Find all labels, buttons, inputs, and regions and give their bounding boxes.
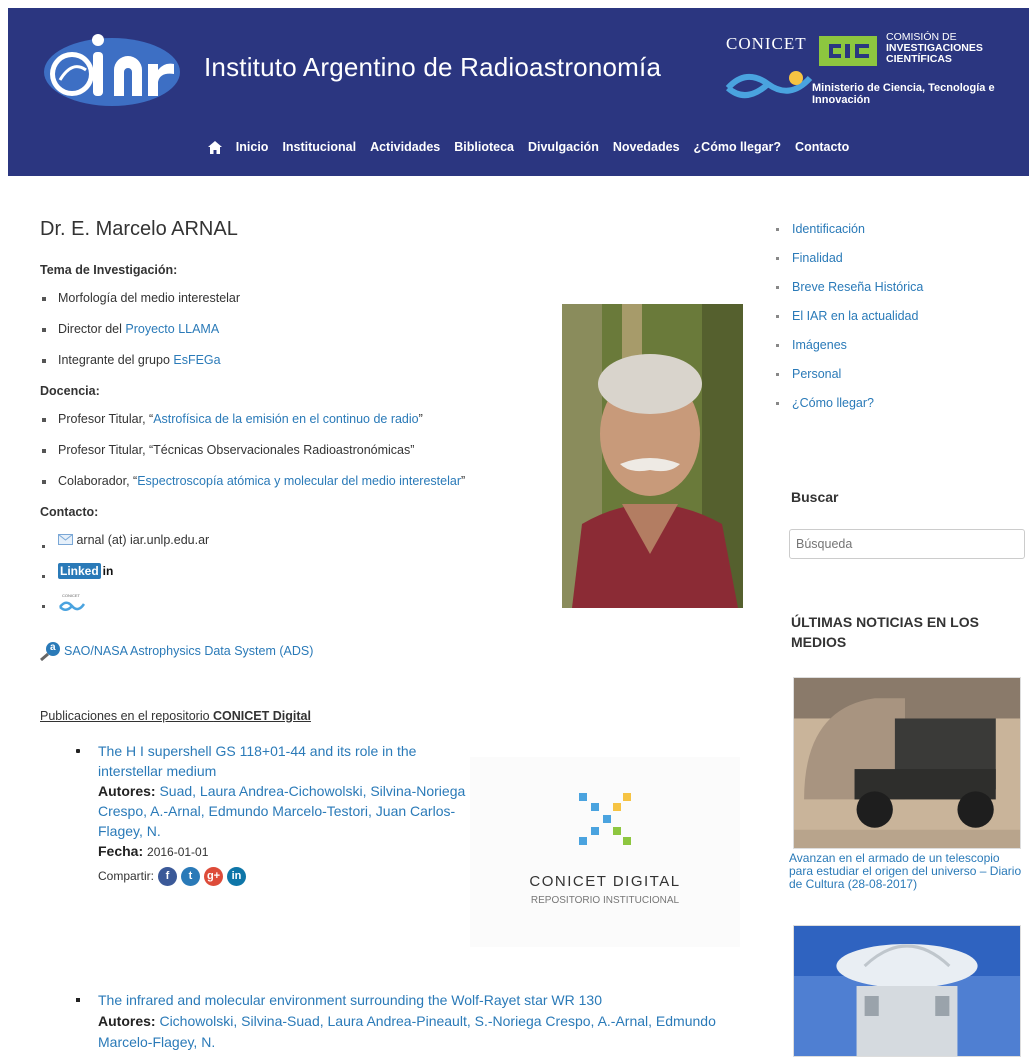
ads-badge: a xyxy=(50,642,56,653)
page-title: Dr. E. Marcelo ARNAL xyxy=(40,218,238,240)
pubs-heading-prefix: Publicaciones en el repositorio xyxy=(40,709,214,723)
news-heading: ÚLTIMAS NOTICIAS EN LOS MEDIOS xyxy=(791,614,979,650)
pubs-heading: Publicaciones en el repositorio CONICET … xyxy=(40,709,740,723)
proyecto-llama-link[interactable]: Proyecto LLAMA xyxy=(125,322,219,336)
nav-contacto[interactable]: Contacto xyxy=(795,140,849,154)
sidebar-link-resena[interactable]: Breve Reseña Histórica xyxy=(792,280,923,294)
nav-biblioteca[interactable]: Biblioteca xyxy=(454,140,514,154)
mail-icon xyxy=(58,534,73,545)
ads-link[interactable]: SAO/NASA Astrophysics Data System (ADS) xyxy=(64,644,313,658)
sidebar: Identificación Finalidad Breve Reseña Hi… xyxy=(776,222,1028,425)
repo-name: CONICET DIGITAL xyxy=(529,873,681,890)
sidebar-item: ¿Cómo llegar? xyxy=(776,396,1028,410)
email-text[interactable]: arnal (at) iar.unlp.edu.ar xyxy=(76,533,209,547)
news-image-telescope[interactable] xyxy=(793,925,1021,1057)
sidebar-link-imagenes[interactable]: Imágenes xyxy=(792,338,847,352)
home-icon[interactable] xyxy=(207,140,222,154)
nav-divulgacion[interactable]: Divulgación xyxy=(528,140,599,154)
conicet-wave-icon xyxy=(725,71,813,98)
cic-line2: INVESTIGACIONES CIENTÍFICAS xyxy=(886,42,983,65)
pub-title-link[interactable]: The H I supershell GS 118+01-44 and its … xyxy=(98,743,416,779)
conicet-digital-logo[interactable]: CONICET DIGITAL REPOSITORIO INSTITUCIONA… xyxy=(470,757,740,947)
news-caption-link[interactable]: Avanzan en el armado de un telescopio pa… xyxy=(789,852,1025,891)
esfega-link[interactable]: EsFEGa xyxy=(173,353,220,367)
compartir-label: Compartir: xyxy=(98,869,155,883)
item-suffix: ” xyxy=(460,474,466,488)
item-text: Integrante del grupo xyxy=(58,353,174,367)
pubs-heading-bold: CONICET Digital xyxy=(213,709,311,723)
buscar-heading: Buscar xyxy=(791,489,839,505)
sidebar-link-identificacion[interactable]: Identificación xyxy=(792,222,865,236)
search-input[interactable] xyxy=(789,529,1025,559)
iar-logo[interactable] xyxy=(42,30,182,110)
course-link[interactable]: Espectroscopía atómica y molecular del m… xyxy=(137,474,461,488)
conicet-logo-text: CONICET xyxy=(726,34,807,53)
item-text: Colaborador, “ xyxy=(58,474,138,488)
google-plus-icon[interactable]: g+ xyxy=(204,866,224,886)
linkedin-icon[interactable]: Linked in xyxy=(58,563,113,579)
conicet-small-icon[interactable]: CONICET xyxy=(58,593,86,613)
item-suffix: ” xyxy=(418,412,423,426)
sidebar-links: Identificación Finalidad Breve Reseña Hi… xyxy=(776,222,1028,410)
nav-como-llegar[interactable]: ¿Cómo llegar? xyxy=(694,140,782,154)
sidebar-item: Personal xyxy=(776,367,1028,381)
cic-name: COMISIÓN DE INVESTIGACIONES CIENTÍFICAS xyxy=(886,32,1026,65)
fecha-label: Fecha: xyxy=(98,843,144,859)
sidebar-item: Breve Reseña Histórica xyxy=(776,280,1028,294)
nav-novedades[interactable]: Novedades xyxy=(613,140,680,154)
item-text: Profesor Titular, “ xyxy=(58,412,154,426)
site-title[interactable]: Instituto Argentino de Radioastronomía xyxy=(204,52,661,83)
item-text: Director del xyxy=(58,322,126,336)
share-row: Compartir: f t g+ in xyxy=(98,866,468,886)
repo-sub: REPOSITORIO INSTITUCIONAL xyxy=(530,895,680,906)
fecha-value: 2016-01-01 xyxy=(147,845,209,859)
sidebar-link-como-llegar[interactable]: ¿Cómo llegar? xyxy=(792,396,874,410)
pub-item: The infrared and molecular environment s… xyxy=(76,990,718,1053)
nav-institucional[interactable]: Institucional xyxy=(282,140,356,154)
linkedin-in: in xyxy=(102,564,114,578)
sidebar-item: El IAR en la actualidad xyxy=(776,309,1028,323)
main-nav: Inicio Institucional Actividades Bibliot… xyxy=(8,140,1029,157)
list-item: Morfología del medio interestelar xyxy=(40,291,740,305)
item-text: Profesor Titular, “Técnicas Observaciona… xyxy=(58,443,415,457)
nav-actividades[interactable]: Actividades xyxy=(370,140,440,154)
cic-logo xyxy=(819,36,877,66)
twitter-icon[interactable]: t xyxy=(181,866,201,886)
profile-photo xyxy=(562,304,743,608)
course-link[interactable]: Astrofísica de la emisión en el continuo… xyxy=(153,412,418,426)
linkedin-text: Linked xyxy=(58,563,101,579)
sidebar-link-actualidad[interactable]: El IAR en la actualidad xyxy=(792,309,918,323)
sidebar-link-finalidad[interactable]: Finalidad xyxy=(792,251,843,265)
ads-icon: a xyxy=(40,641,62,662)
ads-link-row: a SAO/NASA Astrophysics Data System (ADS… xyxy=(40,641,740,662)
item-text: Morfología del medio interestelar xyxy=(58,291,241,305)
repo-mark-icon xyxy=(579,793,631,845)
facebook-icon[interactable]: f xyxy=(158,866,178,886)
sidebar-item: Identificación xyxy=(776,222,1028,236)
pub-title-link[interactable]: The infrared and molecular environment s… xyxy=(98,992,602,1008)
conicet-wave-small-icon xyxy=(59,601,86,611)
pub-authors[interactable]: Cichowolski, Silvina-Suad, Laura Andrea-… xyxy=(98,1013,716,1050)
sidebar-item: Imágenes xyxy=(776,338,1028,352)
tema-heading: Tema de Investigación: xyxy=(40,263,178,277)
conicet-small-text: CONICET xyxy=(62,593,80,598)
site-header: Instituto Argentino de Radioastronomía C… xyxy=(8,8,1029,176)
nav-inicio[interactable]: Inicio xyxy=(236,140,269,154)
sidebar-link-personal[interactable]: Personal xyxy=(792,367,841,381)
ministerio-text: Ministerio de Ciencia, Tecnología e Inno… xyxy=(812,82,995,106)
news-image[interactable] xyxy=(793,677,1021,849)
autores-label: Autores: xyxy=(98,1013,156,1029)
partner-logos[interactable]: CONICET COMISIÓN DE INVESTIGACIONES CIEN… xyxy=(716,30,1026,108)
autores-label: Autores: xyxy=(98,783,156,799)
sidebar-item: Finalidad xyxy=(776,251,1028,265)
pub-item: The H I supershell GS 118+01-44 and its … xyxy=(76,741,468,886)
linkedin-share-icon[interactable]: in xyxy=(227,866,247,886)
pubs-list: The H I supershell GS 118+01-44 and its … xyxy=(40,741,468,886)
